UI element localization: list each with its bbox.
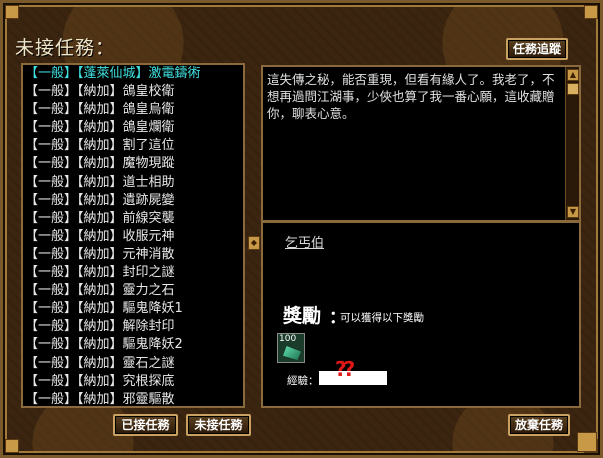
npc-link[interactable]: 乞丐伯: [285, 232, 324, 251]
quest-list-item[interactable]: 【一般】【納加】邪靈驅散: [23, 391, 243, 406]
quest-list-item[interactable]: 【一般】【納加】究根探底: [23, 373, 243, 391]
exp-value-redacted: [319, 371, 387, 385]
resize-grip-icon[interactable]: [577, 432, 597, 452]
corner-ornament: [584, 5, 598, 19]
quest-window: 未接任務： 任務追蹤 【一般】【蓬萊仙城】激電鑄術 【一般】【納加】鴿皇校衛 【一般…: [0, 0, 603, 458]
quest-description-panel: 這失傳之秘，能否重現，但看有緣人了。我老了，不想再過問江湖事，少俠也算了我一番心…: [261, 65, 581, 222]
quest-list-item[interactable]: 【一般】【納加】收服元神: [23, 228, 243, 246]
scroll-up-icon[interactable]: ▲: [567, 69, 579, 81]
quest-list-item[interactable]: 【一般】【納加】靈力之石: [23, 282, 243, 300]
quest-list-item[interactable]: 【一般】【納加】靈石之謎: [23, 355, 243, 373]
splitter-handle-icon[interactable]: ◆: [248, 236, 260, 250]
quest-list: 【一般】【蓬萊仙城】激電鑄術 【一般】【納加】鴿皇校衛 【一般】【納加】鴿皇烏衛 【一…: [21, 63, 245, 408]
reward-subtitle: 可以獲得以下獎勵: [340, 312, 424, 324]
quest-list-item[interactable]: 【一般】【納加】前線突襲: [23, 210, 243, 228]
scroll-thumb[interactable]: [567, 83, 579, 95]
quest-list-item[interactable]: 【一般】【納加】封印之謎: [23, 264, 243, 282]
unaccepted-quests-button[interactable]: 未接任務: [186, 414, 251, 436]
quest-list-item[interactable]: 【一般】【納加】驅鬼降妖2: [23, 336, 243, 354]
quest-list-item[interactable]: 【一般】【納加】魔物現蹤: [23, 155, 243, 173]
abandon-quest-button[interactable]: 放棄任務: [508, 414, 570, 436]
corner-ornament: [5, 439, 19, 453]
quest-list-item[interactable]: 【一般】【蓬萊仙城】激電鑄術: [23, 65, 243, 83]
quest-description: 這失傳之秘，能否重現，但看有緣人了。我老了，不想再過問江湖事，少俠也算了我一番心…: [267, 72, 555, 121]
quest-list-item[interactable]: 【一般】【納加】驅鬼降妖1: [23, 300, 243, 318]
accepted-quests-button[interactable]: 已接任務: [113, 414, 178, 436]
quest-list-item[interactable]: 【一般】【納加】遺跡屍變: [23, 192, 243, 210]
quest-track-button[interactable]: 任務追蹤: [506, 38, 568, 60]
exp-label: 經驗：: [287, 375, 319, 387]
reward-heading: 獎勵: [283, 305, 322, 327]
gem-icon: [283, 346, 301, 360]
scroll-down-icon[interactable]: ▼: [567, 206, 579, 218]
corner-ornament: [5, 5, 19, 19]
quest-list-item[interactable]: 【一般】【納加】元神消散: [23, 246, 243, 264]
reward-item-quantity: 100: [279, 334, 297, 344]
quest-reward-panel: 乞丐伯 獎勵 ： 可以獲得以下獎勵 100 經驗： ??: [261, 222, 581, 408]
quest-list-item[interactable]: 【一般】【納加】鴿皇烏衛: [23, 101, 243, 119]
description-scrollbar[interactable]: ▲ ▼: [565, 67, 579, 220]
exp-question-marks: ??: [335, 357, 355, 381]
reward-item-slot[interactable]: 100: [277, 333, 305, 363]
window-title: 未接任務：: [15, 37, 116, 59]
quest-list-item[interactable]: 【一般】【納加】鴿皇校衛: [23, 83, 243, 101]
panel-splitter: ◆: [248, 63, 260, 408]
quest-list-item[interactable]: 【一般】【納加】解除封印: [23, 318, 243, 336]
quest-list-item[interactable]: 【一般】【納加】鴿皇爛衛: [23, 119, 243, 137]
quest-list-item[interactable]: 【一般】【納加】割了這位: [23, 137, 243, 155]
quest-list-item[interactable]: 【一般】【納加】道士相助: [23, 174, 243, 192]
